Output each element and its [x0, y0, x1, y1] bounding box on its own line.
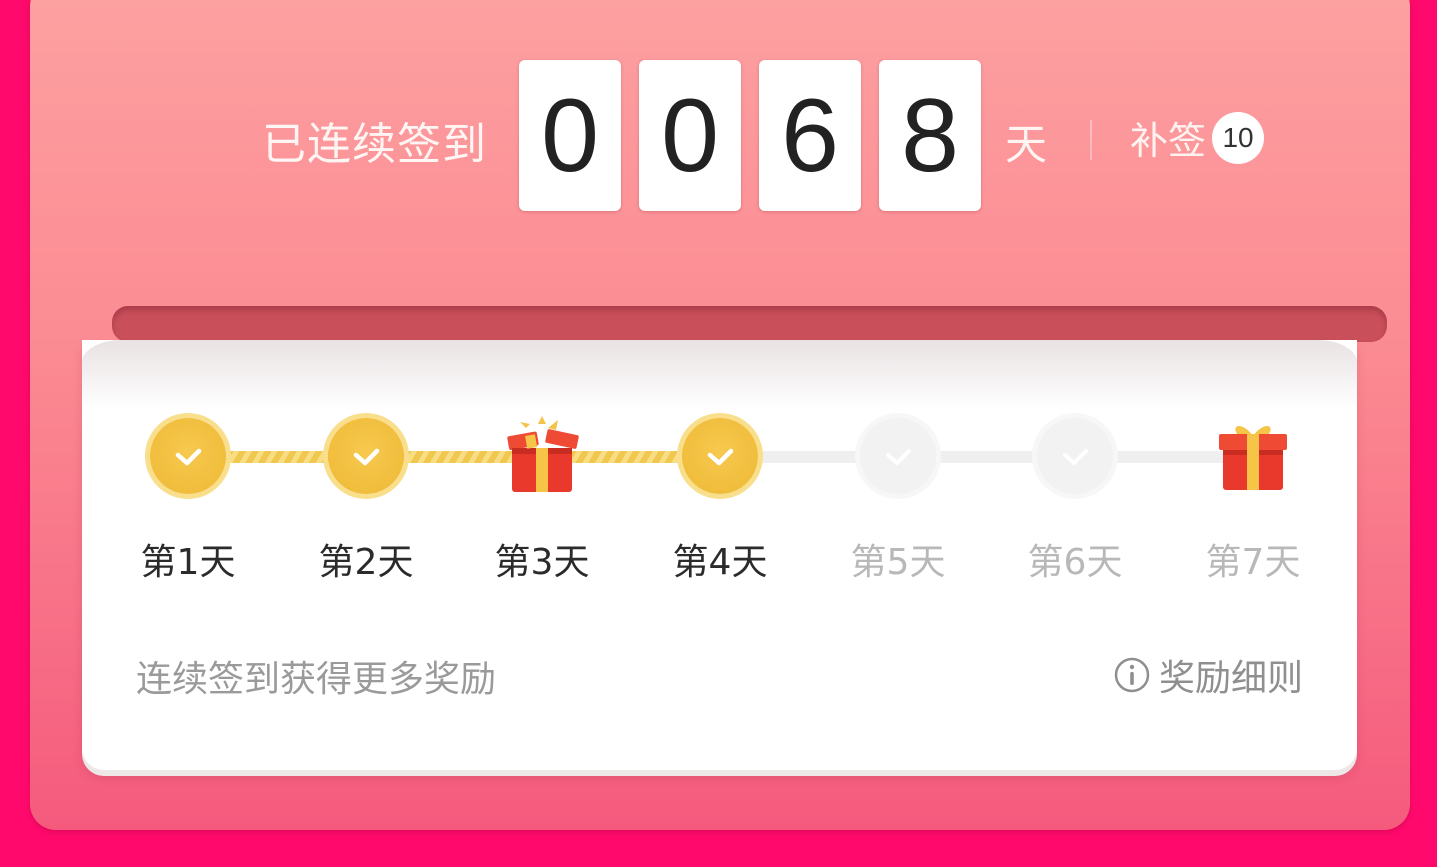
reward-rules-label: 奖励细则 — [1158, 658, 1303, 699]
day-node-4[interactable] — [680, 416, 760, 496]
open-gift-icon — [507, 416, 579, 492]
day-label-7: 第7天 — [1205, 542, 1301, 583]
day-node-5[interactable] — [858, 416, 938, 496]
day-label-4: 第4天 — [672, 542, 768, 583]
makeup-count-badge: 10 — [1212, 111, 1265, 164]
makeup-signin-button[interactable]: 补签 10 — [1130, 110, 1265, 165]
progress-track-completed — [188, 451, 722, 463]
info-icon — [1114, 657, 1150, 693]
check-icon — [1037, 418, 1113, 494]
header-divider — [1090, 120, 1092, 160]
streak-digit-1: 0 — [519, 60, 621, 211]
streak-unit: 天 — [1005, 120, 1048, 169]
check-icon — [150, 418, 226, 494]
day-label-6: 第6天 — [1027, 542, 1123, 583]
streak-digit-4: 8 — [879, 60, 981, 211]
day-label-1: 第1天 — [140, 542, 236, 583]
progress-track-remaining — [722, 451, 1252, 463]
check-icon — [860, 418, 936, 494]
streak-digit-3: 6 — [759, 60, 861, 211]
day-node-2[interactable] — [326, 416, 406, 496]
reward-rules-link[interactable]: 奖励细则 — [1113, 649, 1303, 701]
day-label-3: 第3天 — [494, 542, 590, 583]
check-icon — [328, 418, 404, 494]
gift-icon — [1219, 426, 1287, 490]
day-node-7[interactable] — [1213, 416, 1293, 496]
check-icon — [682, 418, 758, 494]
streak-digit-2: 0 — [639, 60, 741, 211]
reward-hint: 连续签到获得更多奖励 — [136, 659, 497, 700]
day-label-2: 第2天 — [318, 542, 414, 583]
checkin-panel: 第1天 第2天 第3天 第4天 第5天 第6天 第7天 连续签到获得更多奖励 奖… — [82, 340, 1357, 770]
card-slot — [112, 306, 1387, 342]
makeup-label: 补签 — [1130, 119, 1207, 163]
streak-label: 已连续签到 — [262, 119, 487, 170]
day-node-3[interactable] — [502, 416, 582, 496]
day-label-5: 第5天 — [850, 542, 946, 583]
day-node-1[interactable] — [148, 416, 228, 496]
day-node-6[interactable] — [1035, 416, 1115, 496]
